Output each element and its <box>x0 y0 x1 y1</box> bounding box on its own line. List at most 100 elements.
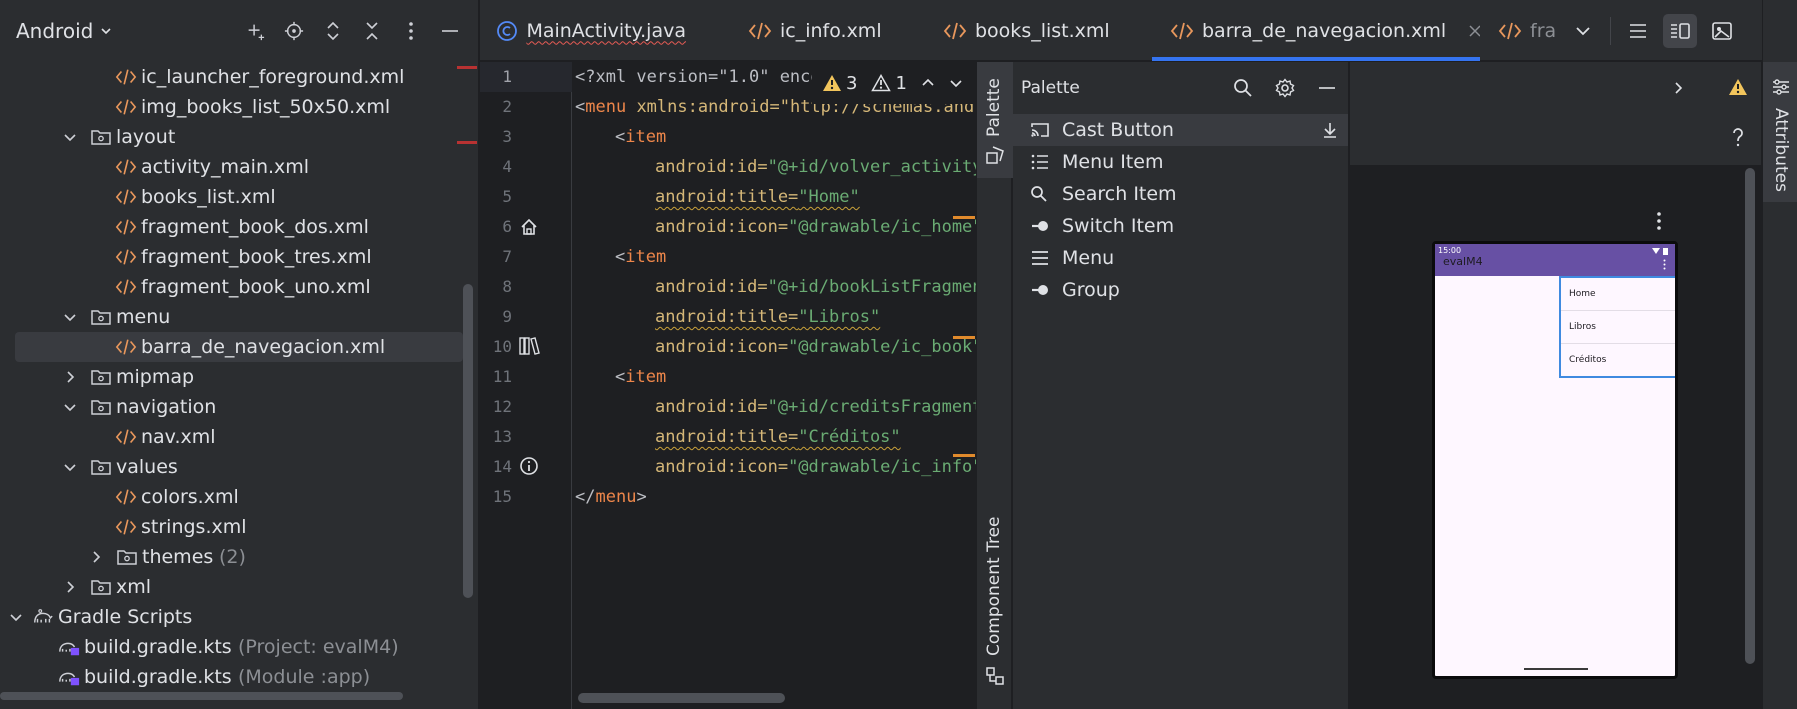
component-tree-icon[interactable] <box>984 665 1006 687</box>
tree-item-label: colors.xml <box>141 486 239 508</box>
palette-panel: Palette Cast Button Menu Item Search Ite… <box>1013 62 1349 709</box>
tree-item-mipmap[interactable]: mipmap <box>0 362 478 392</box>
menu-item-creditos[interactable]: Créditos <box>1561 344 1675 377</box>
tree-item-label: barra_de_navegacion.xml <box>141 336 386 358</box>
tab-barra-de-navegacion[interactable]: barra_de_navegacion.xml <box>1152 0 1480 61</box>
code-view-icon[interactable] <box>1621 14 1655 48</box>
tab-books-list[interactable]: books_list.xml <box>943 0 1133 61</box>
new-file-icon[interactable] <box>245 21 265 41</box>
split-view-icon[interactable] <box>1663 13 1697 48</box>
palette-item-group[interactable]: Group <box>1013 274 1348 306</box>
design-view-icon[interactable] <box>1705 14 1739 48</box>
tab-list-chevron-icon[interactable] <box>1566 14 1600 48</box>
tab-main-activity[interactable]: MainActivity.java <box>496 0 686 61</box>
chevron-right-icon[interactable] <box>62 579 78 595</box>
close-tab-icon[interactable] <box>1468 24 1480 38</box>
help-icon[interactable] <box>1727 126 1749 150</box>
weak-warnings-count[interactable]: 1 <box>871 73 907 94</box>
chevron-right-icon[interactable] <box>62 369 78 385</box>
minimize-icon[interactable] <box>1316 77 1338 99</box>
gear-icon[interactable] <box>1274 77 1296 99</box>
minimize-icon[interactable] <box>440 21 460 41</box>
folder-icon <box>90 577 112 597</box>
palette-item-cast-button[interactable]: Cast Button <box>1013 114 1348 146</box>
attributes-strip-button[interactable]: Attributes <box>1763 62 1797 202</box>
chevron-down-icon[interactable] <box>62 459 78 475</box>
xml-icon <box>115 217 137 237</box>
tree-item-themes[interactable]: themes (2) <box>0 542 478 572</box>
collapse-all-icon[interactable] <box>362 21 382 41</box>
code-editor[interactable]: <?xml version="1.0" enco <menu xmlns:and… <box>573 62 976 709</box>
tree-item-build-gradle-kts[interactable]: build.gradle.kts (Module :app) <box>0 662 478 692</box>
more-options-icon[interactable] <box>1653 210 1665 232</box>
search-icon[interactable] <box>1232 77 1254 99</box>
more-options-icon[interactable] <box>401 21 421 41</box>
xml-icon <box>115 67 137 87</box>
menu-item-home[interactable]: Home <box>1561 278 1675 311</box>
chevron-down-icon[interactable] <box>62 129 78 145</box>
tree-item-build-gradle-kts[interactable]: build.gradle.kts (Project: evalM4) <box>0 632 478 662</box>
chevron-right-icon[interactable] <box>88 549 104 565</box>
tree-item-barra-de-navegacion-xml[interactable]: barra_de_navegacion.xml <box>15 332 463 362</box>
tree-item-gradle-scripts[interactable]: Gradle Scripts <box>0 602 478 632</box>
tab-ic-info[interactable]: ic_info.xml <box>748 0 888 61</box>
warning-marker <box>953 336 975 339</box>
tree-item-strings-xml[interactable]: strings.xml <box>0 512 478 542</box>
weak-warning-icon <box>871 74 892 92</box>
previous-highlight-icon[interactable] <box>921 76 935 90</box>
device-preview[interactable]: 15:00 evalM4 Home Libros Créditos <box>1432 241 1678 679</box>
warning-icon <box>822 74 842 92</box>
tree-item-label: activity_main.xml <box>141 156 310 178</box>
palette-item-menu-item[interactable]: Menu Item <box>1013 146 1348 178</box>
xml-icon <box>1170 19 1194 43</box>
tree-item-ic-launcher-foreground-xml[interactable]: ic_launcher_foreground.xml <box>0 62 478 92</box>
palette-strip-button[interactable]: Palette <box>977 62 1013 178</box>
project-horizontal-scrollbar[interactable] <box>0 692 403 700</box>
tree-item-layout[interactable]: layout <box>0 122 478 152</box>
component-tree-strip-label[interactable]: Component Tree <box>984 516 1004 656</box>
locate-file-icon[interactable] <box>284 21 304 41</box>
inspection-widget[interactable]: 3 1 <box>812 62 973 104</box>
chevron-down-icon[interactable] <box>8 609 24 625</box>
tab-fragment[interactable]: fra <box>1498 0 1568 61</box>
app-title: evalM4 <box>1443 255 1483 268</box>
tree-item-colors-xml[interactable]: colors.xml <box>0 482 478 512</box>
attributes-strip-label: Attributes <box>1771 108 1791 192</box>
menu-item-libros[interactable]: Libros <box>1561 311 1675 344</box>
chevron-down-icon[interactable] <box>62 309 78 325</box>
warning-icon[interactable] <box>1727 76 1749 98</box>
search-item-icon <box>1029 184 1051 204</box>
tree-item-fragment-book-tres-xml[interactable]: fragment_book_tres.xml <box>0 242 478 272</box>
chevron-down-icon[interactable] <box>62 399 78 415</box>
design-vertical-scrollbar[interactable] <box>1745 168 1755 664</box>
tree-item-menu[interactable]: menu <box>0 302 478 332</box>
tree-item-nav-xml[interactable]: nav.xml <box>0 422 478 452</box>
project-vertical-scrollbar[interactable] <box>463 284 473 598</box>
tree-item-values[interactable]: values <box>0 452 478 482</box>
next-highlight-icon[interactable] <box>949 76 963 90</box>
tree-item-xml[interactable]: xml <box>0 572 478 602</box>
tree-item-activity-main-xml[interactable]: activity_main.xml <box>0 152 478 182</box>
tree-item-navigation[interactable]: navigation <box>0 392 478 422</box>
palette-item-menu[interactable]: Menu <box>1013 242 1348 274</box>
warnings-count[interactable]: 3 <box>822 73 857 94</box>
tree-item-label: themes <box>142 546 214 568</box>
tree-item-label: fragment_book_uno.xml <box>141 276 371 298</box>
project-panel-header: Android <box>0 0 478 61</box>
palette-item-search-item[interactable]: Search Item <box>1013 178 1348 210</box>
project-view-selector[interactable]: Android <box>16 19 113 43</box>
tree-item-label: nav.xml <box>141 426 216 448</box>
tree-item-img-books-list-50x50-xml[interactable]: img_books_list_50x50.xml <box>0 92 478 122</box>
tree-item-fragment-book-uno-xml[interactable]: fragment_book_uno.xml <box>0 272 478 302</box>
palette-item-switch-item[interactable]: Switch Item <box>1013 210 1348 242</box>
xml-icon <box>115 337 137 357</box>
code-line-7: <item <box>615 247 667 267</box>
expand-all-icon[interactable] <box>323 21 343 41</box>
download-icon[interactable] <box>1320 120 1340 140</box>
status-icons <box>1651 246 1669 256</box>
tree-item-fragment-book-dos-xml[interactable]: fragment_book_dos.xml <box>0 212 478 242</box>
code-line-3: <item <box>615 127 667 147</box>
chevron-right-icon[interactable] <box>1668 78 1688 98</box>
tree-item-books-list-xml[interactable]: books_list.xml <box>0 182 478 212</box>
editor-horizontal-scrollbar[interactable] <box>578 693 785 703</box>
